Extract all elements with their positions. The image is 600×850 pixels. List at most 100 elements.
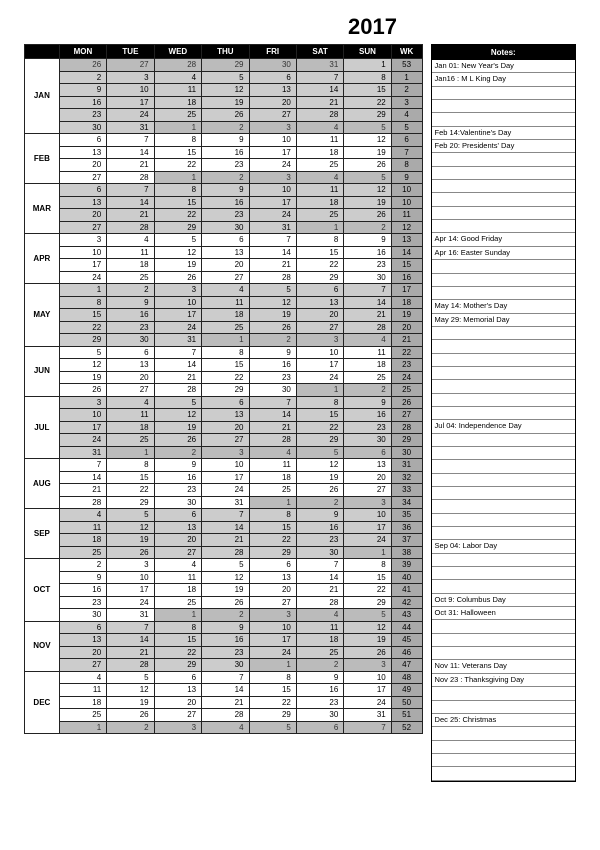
day-cell: 20 [296, 309, 343, 322]
day-cell: 24 [59, 271, 106, 284]
day-cell: 6 [344, 446, 391, 459]
day-cell: 15 [107, 471, 154, 484]
day-cell: 31 [107, 609, 154, 622]
day-cell: 22 [249, 534, 296, 547]
day-cell: 22 [154, 159, 201, 172]
day-cell: 24 [107, 109, 154, 122]
day-cell: 1 [59, 721, 106, 734]
week-number: 4 [391, 109, 422, 122]
day-cell: 10 [344, 509, 391, 522]
week-number: 8 [391, 159, 422, 172]
day-cell: 20 [202, 421, 249, 434]
day-cell: 20 [59, 209, 106, 222]
day-cell: 7 [344, 721, 391, 734]
note-line [432, 580, 575, 593]
day-cell: 11 [154, 84, 201, 97]
day-cell: 29 [296, 271, 343, 284]
month-label-sep: SEP [25, 509, 60, 559]
day-cell: 28 [107, 221, 154, 234]
header-wk: WK [391, 45, 422, 59]
day-cell: 24 [296, 371, 343, 384]
week-number: 5 [391, 121, 422, 134]
note-line [432, 260, 575, 273]
month-label-may: MAY [25, 284, 60, 347]
day-cell: 23 [344, 259, 391, 272]
day-cell: 12 [344, 184, 391, 197]
day-cell: 1 [154, 171, 201, 184]
day-cell: 26 [296, 484, 343, 497]
day-cell: 1 [344, 546, 391, 559]
day-cell: 22 [59, 321, 106, 334]
day-cell: 5 [154, 396, 201, 409]
day-cell: 23 [202, 646, 249, 659]
day-cell: 8 [154, 621, 201, 634]
day-cell: 7 [107, 621, 154, 634]
day-cell: 5 [202, 71, 249, 84]
month-label-dec: DEC [25, 671, 60, 734]
day-cell: 18 [154, 96, 201, 109]
day-cell: 13 [154, 521, 201, 534]
day-cell: 25 [59, 546, 106, 559]
week-number: 19 [391, 309, 422, 322]
day-cell: 14 [107, 146, 154, 159]
header-fri: FRI [249, 45, 296, 59]
day-cell: 18 [107, 421, 154, 434]
week-number: 25 [391, 384, 422, 397]
day-cell: 3 [249, 121, 296, 134]
day-cell: 15 [154, 196, 201, 209]
day-cell: 31 [344, 709, 391, 722]
day-cell: 7 [296, 559, 343, 572]
day-cell: 11 [296, 184, 343, 197]
notes-title: Notes: [432, 44, 575, 60]
day-cell: 22 [202, 371, 249, 384]
day-cell: 20 [202, 259, 249, 272]
day-cell: 9 [107, 296, 154, 309]
day-cell: 27 [59, 221, 106, 234]
day-cell: 5 [344, 171, 391, 184]
day-cell: 26 [249, 321, 296, 334]
day-cell: 29 [202, 384, 249, 397]
day-cell: 26 [344, 646, 391, 659]
day-cell: 12 [59, 359, 106, 372]
week-number: 21 [391, 334, 422, 347]
day-cell: 6 [59, 134, 106, 147]
day-cell: 25 [296, 159, 343, 172]
day-cell: 2 [107, 721, 154, 734]
week-number: 43 [391, 609, 422, 622]
day-cell: 1 [154, 121, 201, 134]
week-number: 53 [391, 59, 422, 72]
day-cell: 13 [344, 459, 391, 472]
week-number: 16 [391, 271, 422, 284]
week-number: 26 [391, 396, 422, 409]
day-cell: 23 [154, 484, 201, 497]
header-thu: THU [202, 45, 249, 59]
day-cell: 25 [296, 209, 343, 222]
day-cell: 27 [107, 384, 154, 397]
day-cell: 11 [344, 346, 391, 359]
day-cell: 30 [59, 609, 106, 622]
week-number: 48 [391, 671, 422, 684]
day-cell: 27 [154, 546, 201, 559]
day-cell: 15 [249, 684, 296, 697]
day-cell: 7 [59, 459, 106, 472]
day-cell: 19 [107, 534, 154, 547]
week-number: 2 [391, 84, 422, 97]
day-cell: 15 [154, 146, 201, 159]
week-number: 52 [391, 721, 422, 734]
day-cell: 15 [344, 84, 391, 97]
note-line [432, 487, 575, 500]
day-cell: 1 [344, 59, 391, 72]
day-cell: 13 [202, 246, 249, 259]
day-cell: 10 [59, 409, 106, 422]
week-number: 33 [391, 484, 422, 497]
day-cell: 1 [59, 284, 106, 297]
day-cell: 6 [154, 671, 201, 684]
day-cell: 20 [59, 159, 106, 172]
day-cell: 26 [344, 159, 391, 172]
note-line [432, 407, 575, 420]
day-cell: 6 [107, 346, 154, 359]
day-cell: 23 [202, 209, 249, 222]
week-number: 32 [391, 471, 422, 484]
day-cell: 14 [154, 359, 201, 372]
day-cell: 7 [202, 509, 249, 522]
